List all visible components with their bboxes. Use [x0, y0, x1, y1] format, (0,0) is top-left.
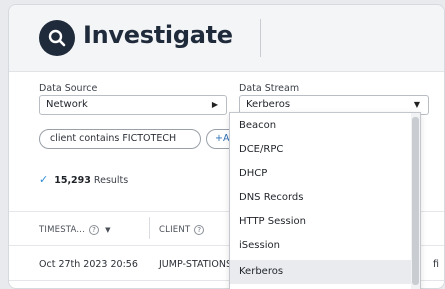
- column-header-label: CLIENT: [159, 225, 191, 235]
- search-logo-icon: [39, 20, 75, 56]
- data-stream-dropdown: Beacon DCE/RPC DHCP DNS Records HTTP Ses…: [229, 112, 421, 289]
- results-label: Results: [93, 175, 129, 186]
- table-cell-trailing: fi: [433, 259, 439, 270]
- column-header-timestamp[interactable]: TIMESTA...? ▼: [39, 225, 111, 235]
- data-source-value: Network: [46, 99, 88, 110]
- dropdown-option[interactable]: DHCP: [230, 162, 412, 186]
- chevron-right-icon: ▶: [211, 100, 218, 109]
- column-header-label: TIMESTA...: [39, 225, 86, 235]
- dropdown-option[interactable]: iSession: [230, 234, 412, 258]
- dropdown-option-selected[interactable]: Kerberos: [230, 260, 412, 284]
- data-stream-label: Data Stream: [239, 83, 300, 94]
- filter-chip-label: client contains FICTOTECH: [50, 133, 177, 144]
- column-divider: [149, 217, 150, 239]
- results-count: 15,293: [54, 175, 91, 186]
- dropdown-option[interactable]: DCE/RPC: [230, 138, 412, 162]
- filter-chip-client[interactable]: client contains FICTOTECH: [39, 129, 201, 149]
- table-cell-client: JUMP-STATIONS: [159, 259, 232, 270]
- help-icon: ?: [89, 225, 100, 235]
- dropdown-scrollbar[interactable]: [411, 113, 420, 289]
- results-summary: ✓ 15,293 Results: [39, 173, 128, 186]
- dropdown-option[interactable]: Beacon: [230, 114, 412, 138]
- sort-down-icon: ▼: [105, 226, 111, 234]
- dropdown-scroll-thumb[interactable]: [412, 117, 419, 285]
- table-cell-timestamp: Oct 27th 2023 20:56: [39, 259, 138, 270]
- app-header: Investigate: [9, 5, 444, 71]
- data-source-select[interactable]: Network ▶: [39, 95, 227, 115]
- help-icon: ?: [194, 225, 205, 235]
- data-source-label: Data Source: [39, 83, 98, 94]
- checkmark-icon: ✓: [39, 173, 49, 186]
- header-divider: [260, 19, 261, 57]
- chevron-down-icon: ▼: [413, 100, 420, 109]
- app-title: Investigate: [83, 21, 233, 49]
- dropdown-option[interactable]: DNS Records: [230, 186, 412, 210]
- column-header-client[interactable]: CLIENT?: [159, 225, 205, 235]
- data-stream-value: Kerberos: [246, 99, 291, 110]
- dropdown-option[interactable]: HTTP Session: [230, 210, 412, 234]
